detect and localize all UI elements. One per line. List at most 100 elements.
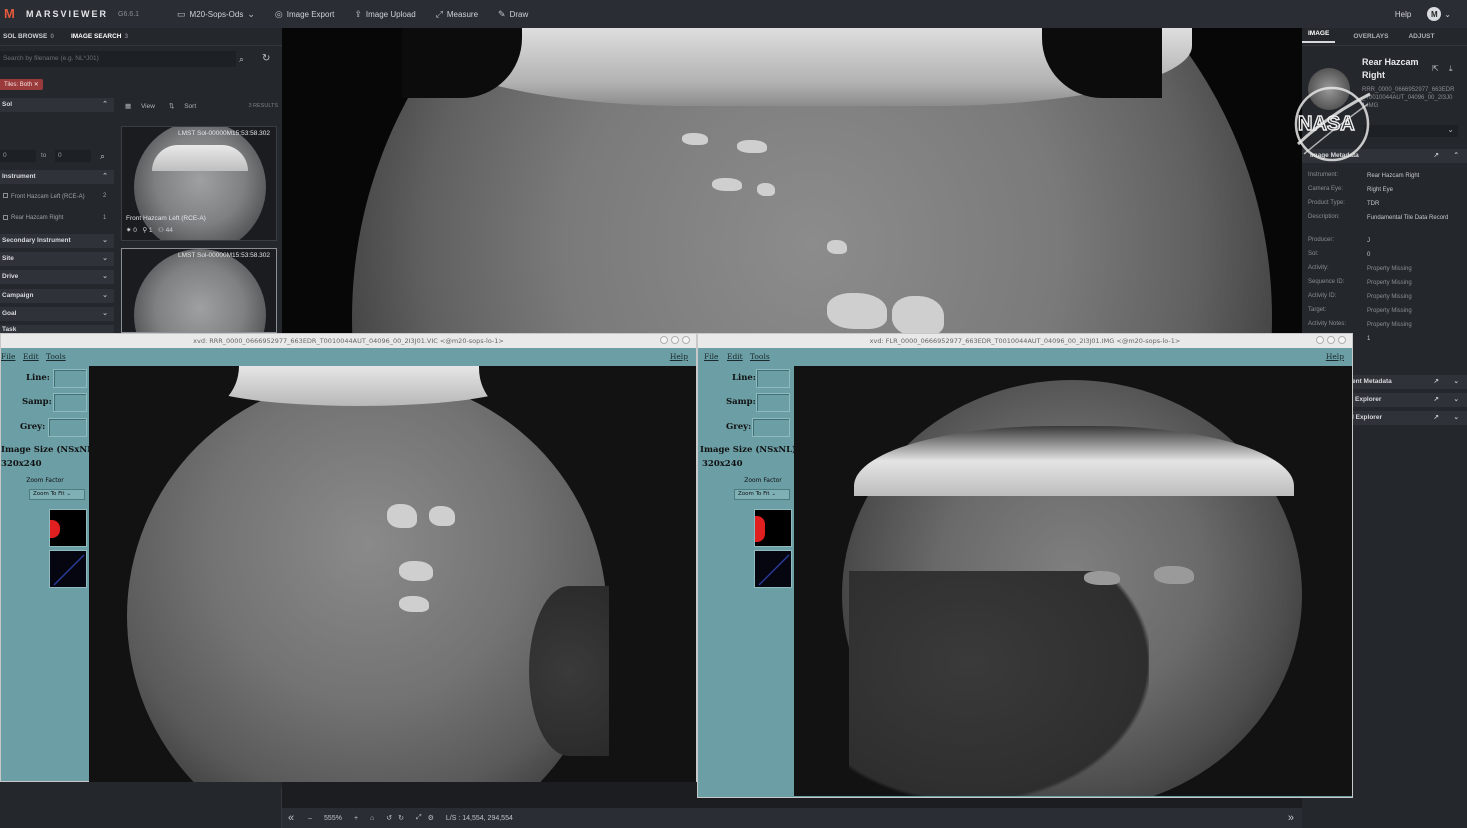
expand-icon[interactable]: ↗ <box>1434 377 1439 385</box>
menu-tools[interactable]: Tools <box>750 352 770 361</box>
filter-instrument[interactable]: Instrument ⌃ <box>0 170 114 184</box>
tiles-filter-chip[interactable]: Tiles: Both ✕ <box>0 79 43 90</box>
line-field[interactable] <box>53 369 87 388</box>
rotate-right-icon[interactable]: ↻ <box>398 814 404 822</box>
menu-tools[interactable]: Tools <box>46 352 66 361</box>
filter-drive[interactable]: Drive ⌄ <box>0 270 114 284</box>
product-select[interactable]: ⌄ <box>1364 125 1458 137</box>
left-footer <box>0 788 282 828</box>
rock <box>827 240 847 254</box>
home-icon[interactable]: ⌂ <box>370 815 374 822</box>
close-icon[interactable]: ✕ <box>34 82 39 88</box>
metadata-value: Property Missing <box>1367 322 1412 328</box>
menu-help[interactable]: Help <box>670 352 688 361</box>
image-export-button[interactable]: ◎ Image Export <box>275 9 334 20</box>
menu-file[interactable]: File <box>1 352 15 361</box>
rotate-left-icon[interactable]: ↺ <box>386 814 392 822</box>
range-to-label: to <box>41 152 47 159</box>
samp-field[interactable] <box>756 393 790 412</box>
result-thumbnail[interactable]: LMST Sol-00000M15:53:58.302 Front Hazcam… <box>121 126 277 241</box>
settings-gear-icon[interactable]: ⚙ <box>428 814 434 822</box>
xvd-image-view[interactable] <box>794 366 1352 796</box>
metadata-value: 0 <box>1367 252 1371 258</box>
help-link[interactable]: Help <box>1395 10 1411 19</box>
window-title-bar[interactable]: xvd: FLR_0000_0666952977_663EDR_T0010044… <box>698 334 1352 348</box>
main-image-viewer[interactable] <box>282 28 1302 333</box>
sort-button[interactable]: ⇅ Sort <box>169 102 196 110</box>
zoom-to-fit-button[interactable]: Zoom To Fit ⌄ <box>734 489 790 500</box>
tab-image[interactable]: IMAGE <box>1302 30 1336 43</box>
search-icon[interactable]: ⌕ <box>100 151 105 162</box>
filter-sol[interactable]: Sol ⌃ <box>0 98 114 112</box>
window-title-bar[interactable]: xvd: RRR_0000_0666952977_663EDR_T0010044… <box>1 334 696 348</box>
maximize-icon[interactable] <box>671 336 679 344</box>
pencil-icon: ✎ <box>498 8 506 19</box>
checkbox-label: Rear Hazcam Right <box>11 215 64 222</box>
rock <box>399 596 429 612</box>
sol-to-input[interactable]: 0 <box>55 150 91 162</box>
samp-field[interactable] <box>53 393 87 412</box>
metadata-key: Instrument: <box>1308 172 1339 178</box>
sol-from-input[interactable]: 0 <box>0 150 36 162</box>
checkbox-icon <box>3 215 8 220</box>
download-icon[interactable]: ⤓ <box>1449 64 1453 74</box>
xvd-window-rear: xvd: RRR_0000_0666952977_663EDR_T0010044… <box>0 333 697 782</box>
zoom-out-button[interactable]: – <box>308 815 312 822</box>
menu-edit[interactable]: Edit <box>727 352 743 361</box>
metadata-value: 1 <box>1367 336 1371 342</box>
tab-image-search[interactable]: IMAGE SEARCH 3 <box>68 33 132 40</box>
zoom-in-button[interactable]: + <box>354 815 358 822</box>
filter-task[interactable]: Task <box>0 325 114 333</box>
filter-site[interactable]: Site ⌄ <box>0 252 114 266</box>
last-page-button[interactable]: » <box>1288 812 1294 824</box>
menu-edit[interactable]: Edit <box>23 352 39 361</box>
tab-sol-browse[interactable]: SOL BROWSE 0 <box>0 33 58 40</box>
grey-field[interactable] <box>752 418 790 437</box>
menu-help[interactable]: Help <box>1326 352 1344 361</box>
filter-label: Sol <box>2 101 13 108</box>
minimize-icon[interactable] <box>660 336 668 344</box>
view-button[interactable]: ▦ View <box>125 102 155 110</box>
close-icon[interactable] <box>1338 336 1346 344</box>
menu-file[interactable]: File <box>704 352 718 361</box>
external-link-icon[interactable]: ⇱ <box>1432 64 1439 73</box>
thumbnail-label: Front Hazcam Left (RCE-A) <box>126 215 206 222</box>
refresh-icon[interactable]: ↻ <box>262 53 270 64</box>
dataset-dropdown[interactable]: ▭ M20-Sops-Ods ⌄ <box>177 9 255 20</box>
pan-swatch[interactable] <box>49 550 87 588</box>
rock <box>827 293 887 329</box>
fullscreen-icon[interactable]: ⤢ <box>416 814 422 822</box>
result-thumbnail[interactable]: LMST Sol-00000M15:53:58.302 <box>121 248 277 333</box>
grey-field[interactable] <box>48 418 87 437</box>
expand-icon[interactable]: ↗ <box>1434 395 1439 403</box>
image-upload-button[interactable]: ⇪ Image Upload <box>354 9 415 20</box>
search-input[interactable]: Search by filename (e.g. NL*J01) <box>0 51 236 67</box>
maximize-icon[interactable] <box>1327 336 1335 344</box>
draw-button[interactable]: ✎ Draw <box>498 9 528 20</box>
measure-button[interactable]: ⤢ Measure <box>436 9 478 20</box>
filter-secondary-instrument[interactable]: Secondary Instrument ⌄ <box>0 234 114 248</box>
expand-icon[interactable]: ↗ <box>1434 151 1439 159</box>
tab-adjust[interactable]: ADJUST <box>1402 33 1440 40</box>
xvd-image-view[interactable] <box>89 366 696 782</box>
expand-icon[interactable]: ↗ <box>1434 413 1439 421</box>
line-field[interactable] <box>756 369 790 388</box>
metadata-key: Activity: <box>1308 265 1329 271</box>
chevron-up-icon: ⌃ <box>102 173 108 180</box>
pan-swatch[interactable] <box>754 550 792 588</box>
instrument-checkbox-front[interactable]: Front Hazcam Left (RCE-A) 2 <box>3 193 113 201</box>
user-menu[interactable]: M ⌄ <box>1427 7 1451 21</box>
section-label: ent Metadata <box>1352 378 1392 385</box>
filter-campaign[interactable]: Campaign ⌄ <box>0 289 114 303</box>
tab-overlays[interactable]: OVERLAYS <box>1347 33 1394 40</box>
first-page-button[interactable]: « <box>288 812 294 824</box>
menu-bar: File Edit Tools Help <box>1 349 696 365</box>
close-icon[interactable] <box>682 336 690 344</box>
search-icon[interactable]: ⌕ <box>239 54 244 65</box>
app-version: G6.6.1 <box>118 10 140 18</box>
filter-goal[interactable]: Goal ⌄ <box>0 307 114 321</box>
minimize-icon[interactable] <box>1316 336 1324 344</box>
instrument-checkbox-rear[interactable]: Rear Hazcam Right 1 <box>3 215 113 221</box>
zoom-to-fit-button[interactable]: Zoom To Fit ⌄ <box>29 489 85 500</box>
metadata-key: Description: <box>1308 214 1340 220</box>
